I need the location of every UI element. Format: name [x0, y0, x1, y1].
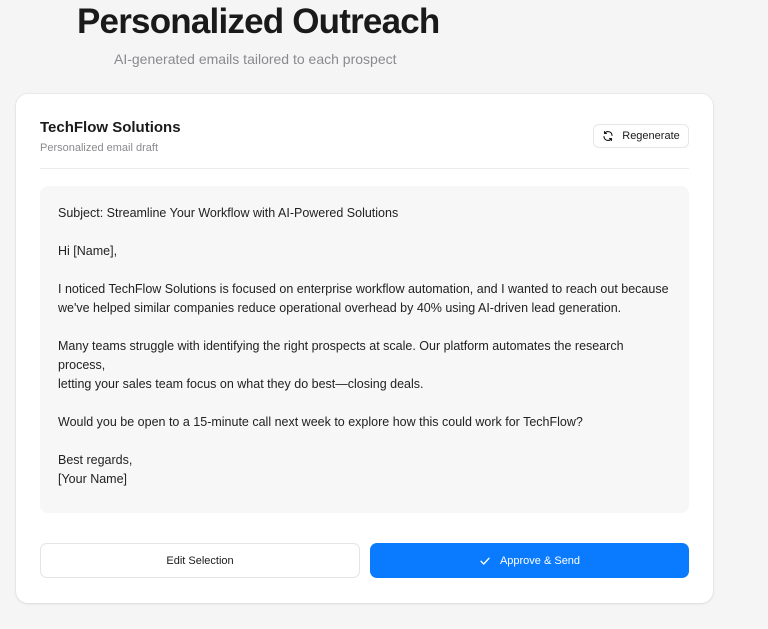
email-draft-card: TechFlow Solutions Personalized email dr… — [16, 94, 713, 603]
refresh-icon — [602, 130, 614, 142]
email-paragraph-1: I noticed TechFlow Solutions is focused … — [58, 282, 669, 315]
email-greeting: Hi [Name], — [58, 244, 118, 258]
approve-send-button[interactable]: Approve & Send — [370, 543, 689, 578]
email-signoff: Best regards, [Your Name] — [58, 453, 133, 486]
email-paragraph-2: Many teams struggle with identifying the… — [58, 339, 624, 391]
page-title: Personalized Outreach — [77, 2, 440, 41]
approve-send-label: Approve & Send — [499, 554, 581, 567]
page-subtitle: AI-generated emails tailored to each pro… — [114, 51, 397, 67]
company-name: TechFlow Solutions — [40, 119, 181, 136]
edit-selection-button[interactable]: Edit Selection — [40, 543, 360, 578]
draft-label: Personalized email draft — [40, 142, 159, 154]
email-body[interactable]: Subject: Streamline Your Workflow with A… — [40, 186, 689, 513]
regenerate-label: Regenerate — [622, 130, 680, 142]
email-subject: Subject: Streamline Your Workflow with A… — [58, 206, 399, 220]
page: Personalized Outreach AI-generated email… — [0, 0, 768, 629]
card-header: TechFlow Solutions Personalized email dr… — [40, 94, 689, 169]
regenerate-button[interactable]: Regenerate — [593, 124, 689, 148]
action-bar: Edit Selection Approve & Send — [40, 543, 689, 578]
check-icon — [479, 555, 491, 567]
email-paragraph-3: Would you be open to a 15-minute call ne… — [58, 415, 583, 429]
edit-selection-label: Edit Selection — [166, 554, 234, 567]
